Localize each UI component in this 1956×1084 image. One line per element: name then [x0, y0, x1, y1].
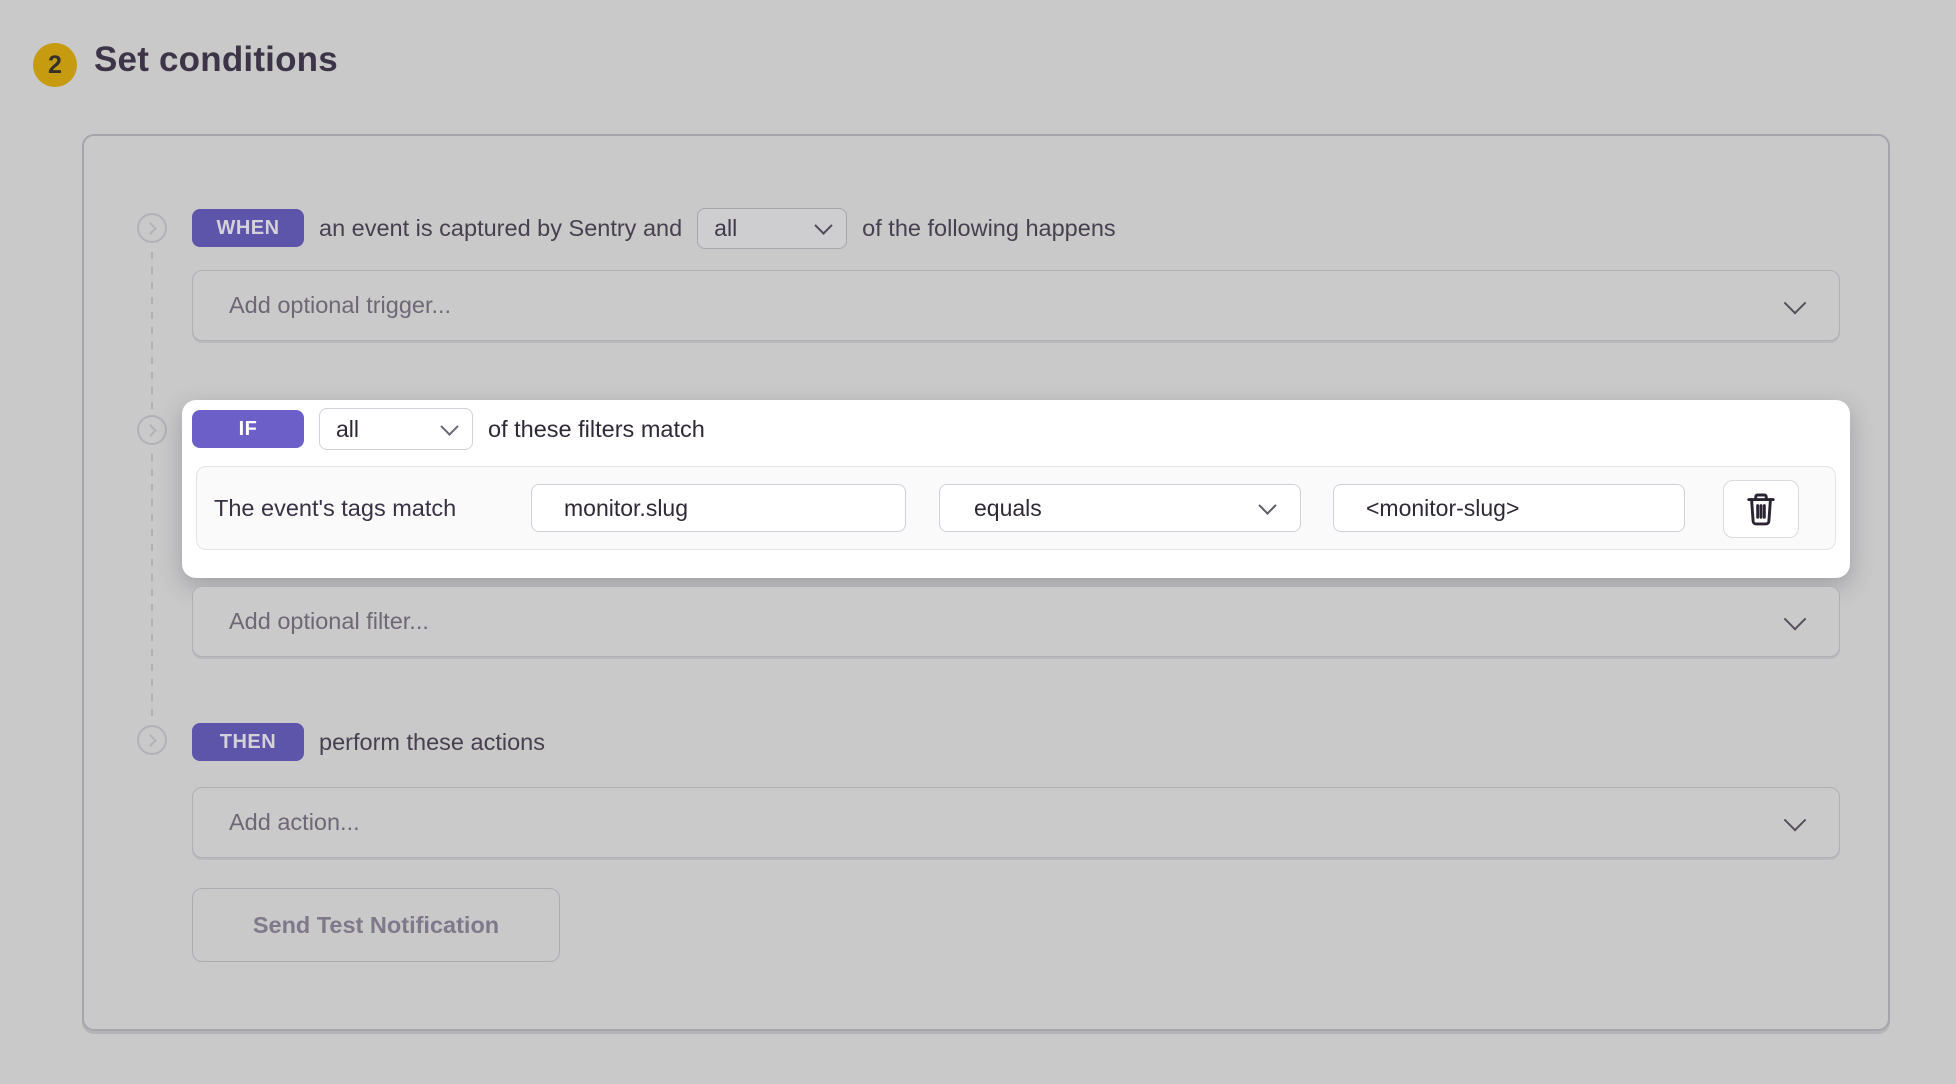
chevron-down-icon — [814, 216, 832, 234]
rail-connector-line — [151, 252, 153, 410]
when-text-before: an event is captured by Sentry and — [319, 215, 682, 242]
trash-icon — [1744, 491, 1778, 527]
delete-filter-button[interactable] — [1723, 480, 1799, 538]
when-frequency-select[interactable]: all — [697, 208, 847, 249]
add-optional-filter-dropdown[interactable]: Add optional filter... — [192, 586, 1840, 657]
filter-condition-row: The event's tags match equals — [196, 466, 1836, 550]
step-number-badge: 2 — [33, 43, 77, 87]
send-test-notification-button[interactable]: Send Test Notification — [192, 888, 560, 962]
chevron-right-glyph — [144, 734, 157, 747]
filter-operator-value: equals — [974, 495, 1042, 522]
filter-value-input[interactable] — [1333, 484, 1685, 532]
filter-label: The event's tags match — [214, 467, 456, 549]
if-match-select-value: all — [336, 416, 359, 443]
chevron-down-icon — [1258, 496, 1276, 514]
if-text-after: of these filters match — [488, 416, 705, 443]
chevron-down-icon — [1784, 291, 1807, 314]
chevron-down-icon — [1784, 607, 1807, 630]
chevron-right-circle-icon — [137, 725, 167, 755]
when-badge: WHEN — [192, 209, 304, 247]
if-badge: IF — [192, 410, 304, 448]
then-text-after: perform these actions — [319, 729, 545, 756]
then-badge: THEN — [192, 723, 304, 761]
page: 2 Set conditions WHEN an event is captur… — [0, 0, 1956, 1084]
chevron-right-circle-icon — [137, 213, 167, 243]
if-match-select[interactable]: all — [319, 408, 473, 450]
if-spotlight-card: IF all of these filters match The event'… — [182, 400, 1850, 578]
chevron-right-circle-icon — [137, 415, 167, 445]
chevron-right-glyph — [144, 424, 157, 437]
filter-operator-select[interactable]: equals — [939, 484, 1301, 532]
step-number: 2 — [48, 51, 62, 80]
add-optional-trigger-placeholder: Add optional trigger... — [229, 292, 451, 319]
add-action-placeholder: Add action... — [229, 809, 360, 836]
then-row: THEN perform these actions — [192, 721, 545, 763]
when-row: WHEN an event is captured by Sentry and … — [192, 207, 1116, 249]
when-text-after: of the following happens — [862, 215, 1115, 242]
chevron-down-icon — [1784, 808, 1807, 831]
page-title: Set conditions — [94, 40, 338, 80]
chevron-down-icon — [440, 417, 458, 435]
rail-connector-line — [151, 454, 153, 720]
add-optional-trigger-dropdown[interactable]: Add optional trigger... — [192, 270, 1840, 341]
send-test-notification-label: Send Test Notification — [253, 912, 499, 939]
when-frequency-select-value: all — [714, 215, 737, 242]
if-row: IF all of these filters match — [192, 408, 705, 450]
add-action-dropdown[interactable]: Add action... — [192, 787, 1840, 858]
add-optional-filter-placeholder: Add optional filter... — [229, 608, 429, 635]
chevron-right-glyph — [144, 222, 157, 235]
filter-key-input[interactable] — [531, 484, 906, 532]
